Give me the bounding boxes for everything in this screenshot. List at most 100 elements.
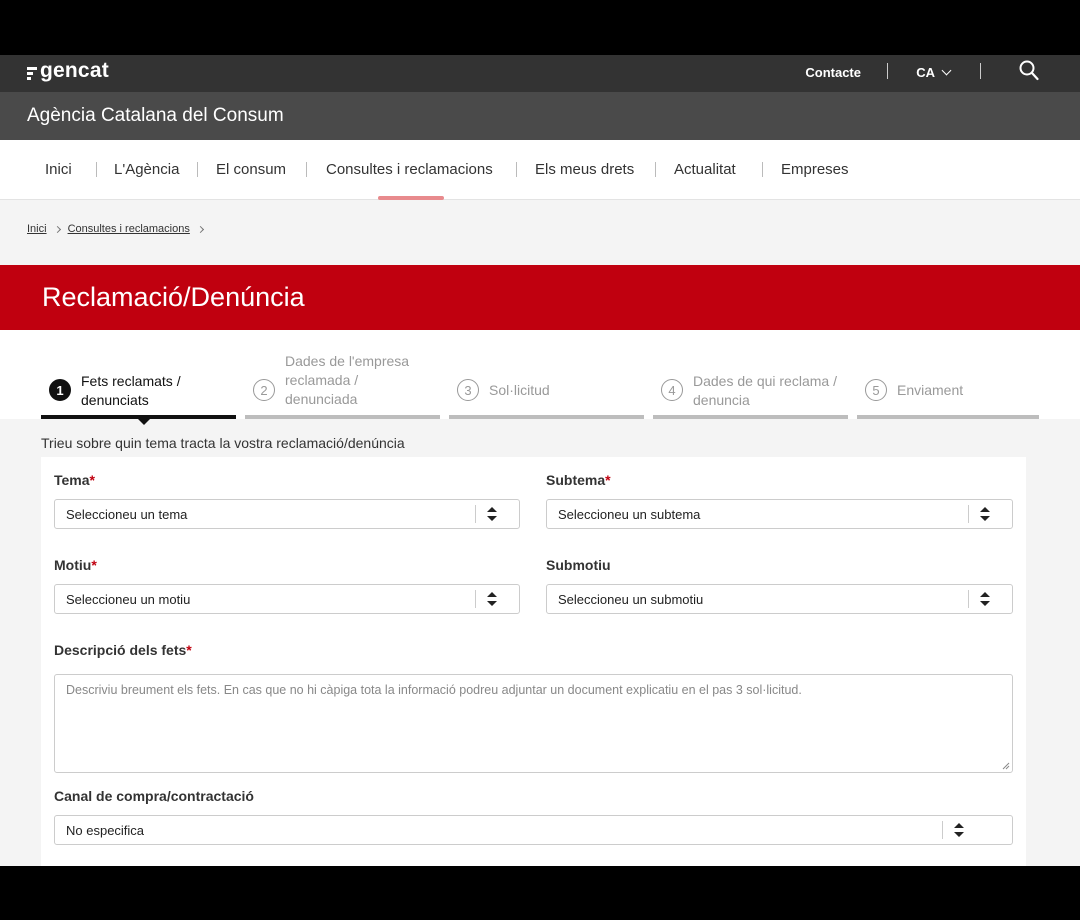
step-label: Dades de l'empresa reclamada / denunciad… (285, 352, 409, 409)
nav-separator (762, 162, 763, 177)
nav-item-consultes[interactable]: Consultes i reclamacions (326, 161, 493, 178)
sort-arrows-icon (980, 592, 990, 606)
step-number: 2 (253, 379, 275, 401)
canal-label: Canal de compra/contractació (54, 788, 254, 804)
sort-arrows-icon (980, 507, 990, 521)
nav-separator (96, 162, 97, 177)
motiu-select[interactable]: Seleccioneu un motiu (54, 584, 520, 614)
gencat-logo-icon (27, 66, 37, 80)
step-label: Fets reclamats / denunciats (81, 372, 181, 410)
canal-select[interactable]: No especifica (54, 815, 1013, 845)
contact-link[interactable]: Contacte (805, 65, 861, 80)
step-5[interactable]: 5 Enviament (857, 330, 1039, 419)
required-marker: * (89, 472, 95, 488)
breadcrumb-item-consultes[interactable]: Consultes i reclamacions (68, 223, 190, 235)
step-label-line: Enviament (897, 382, 964, 398)
breadcrumb-item-inici[interactable]: Inici (27, 223, 47, 235)
submotiu-select-value: Seleccioneu un submotiu (558, 592, 704, 607)
agency-name[interactable]: Agència Catalana del Consum (27, 105, 284, 127)
step-number: 4 (661, 379, 683, 401)
sort-arrows-icon (954, 823, 964, 837)
form-intro: Trieu sobre quin tema tracta la vostra r… (41, 435, 405, 451)
divider (887, 63, 888, 79)
language-selector[interactable]: CA (916, 65, 952, 80)
select-divider (968, 590, 969, 608)
descripcio-placeholder: Descriviu breument els fets. En cas que … (66, 683, 802, 697)
select-divider (968, 505, 969, 523)
step-label-line: Dades de l'empresa (285, 353, 410, 369)
language-label: CA (916, 65, 935, 80)
subtema-select[interactable]: Seleccioneu un subtema (546, 499, 1013, 529)
tema-label-text: Tema (54, 472, 90, 488)
step-4[interactable]: 4 Dades de qui reclama / denuncia (653, 330, 848, 419)
nav-separator (306, 162, 307, 177)
logo-text: gencat (40, 59, 109, 82)
nav-item-el-consum[interactable]: El consum (216, 161, 286, 178)
letterbox-top (0, 0, 1080, 55)
descripcio-textarea[interactable]: Descriviu breument els fets. En cas que … (54, 674, 1013, 773)
step-bar (449, 415, 644, 419)
nav-item-drets[interactable]: Els meus drets (535, 161, 634, 178)
descripcio-label: Descripció dels fets* (54, 642, 192, 658)
motiu-label-text: Motiu (54, 557, 92, 573)
chevron-right-icon (53, 225, 61, 233)
nav-item-inici[interactable]: Inici (45, 161, 72, 178)
canal-select-value: No especifica (66, 823, 145, 838)
nav-item-agencia[interactable]: L'Agència (114, 161, 179, 178)
select-divider (942, 821, 943, 839)
chevron-right-icon (196, 225, 204, 233)
step-bar (653, 415, 848, 419)
tema-select[interactable]: Seleccioneu un tema (54, 499, 520, 529)
nav-item-actualitat[interactable]: Actualitat (674, 161, 736, 178)
step-label: Sol·licitud (489, 381, 550, 400)
chevron-down-icon (941, 65, 952, 76)
step-2[interactable]: 2 Dades de l'empresa reclamada / denunci… (245, 330, 440, 419)
letterbox-bottom (0, 866, 1080, 920)
breadcrumb: Inici Consultes i reclamacions (27, 223, 204, 235)
subtema-select-value: Seleccioneu un subtema (558, 507, 701, 522)
step-label-line: Sol·licitud (489, 382, 550, 398)
nav-item-empreses[interactable]: Empreses (781, 161, 849, 178)
select-divider (475, 505, 476, 523)
nav-separator (655, 162, 656, 177)
resize-handle-icon[interactable] (1002, 762, 1010, 770)
step-label: Dades de qui reclama / denuncia (693, 372, 837, 410)
required-marker: * (605, 472, 611, 488)
agency-bar: Agència Catalana del Consum (0, 92, 1080, 140)
step-number: 5 (865, 379, 887, 401)
nav-active-indicator (378, 196, 444, 200)
submotiu-label-text: Submotiu (546, 557, 611, 573)
tema-select-value: Seleccioneu un tema (66, 507, 188, 522)
step-bar (857, 415, 1039, 419)
descripcio-label-text: Descripció dels fets (54, 642, 187, 658)
step-label-line: Dades de qui reclama / (693, 373, 837, 389)
form-card: Tema* Seleccioneu un tema Subtema* Selec… (41, 457, 1026, 866)
step-3[interactable]: 3 Sol·licitud (449, 330, 644, 419)
step-1[interactable]: 1 Fets reclamats / denunciats (41, 330, 236, 425)
sort-arrows-icon (487, 592, 497, 606)
subtema-label-text: Subtema (546, 472, 606, 488)
tema-label: Tema* (54, 472, 95, 488)
step-number: 3 (457, 379, 479, 401)
step-label-line: Fets reclamats / (81, 373, 181, 389)
title-band: Reclamació/Denúncia (0, 265, 1080, 330)
step-label-line: denunciada (285, 391, 358, 407)
canal-label-text: Canal de compra/contractació (54, 788, 254, 804)
select-divider (475, 590, 476, 608)
step-label-line: denunciats (81, 392, 149, 408)
required-marker: * (186, 642, 192, 658)
page-title: Reclamació/Denúncia (42, 282, 305, 312)
gencat-logo[interactable]: gencat (27, 59, 109, 83)
step-number: 1 (49, 379, 71, 401)
nav-separator (197, 162, 198, 177)
submotiu-label: Submotiu (546, 557, 611, 573)
step-label: Enviament (897, 381, 963, 400)
nav-separator (516, 162, 517, 177)
search-icon[interactable] (1019, 60, 1039, 82)
page: gencat Contacte CA Agència Catalana del … (0, 55, 1080, 866)
submotiu-select[interactable]: Seleccioneu un submotiu (546, 584, 1013, 614)
step-label-line: denuncia (693, 392, 750, 408)
motiu-select-value: Seleccioneu un motiu (66, 592, 191, 607)
stepper: 1 Fets reclamats / denunciats 2 Dades de… (0, 330, 1080, 425)
step-label-line: reclamada / (285, 372, 359, 388)
